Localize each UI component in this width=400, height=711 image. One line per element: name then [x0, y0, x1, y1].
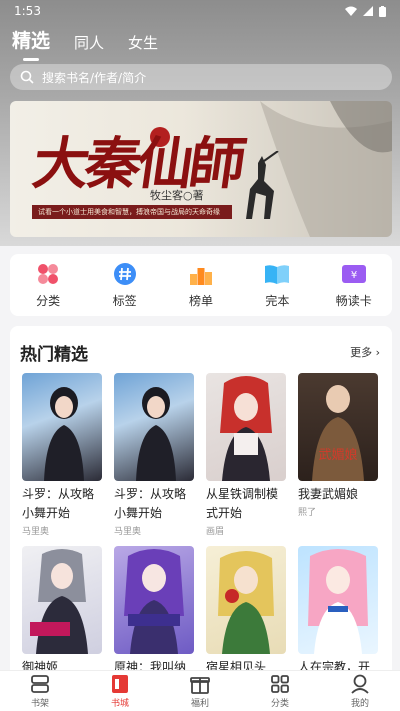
- quick-link-category[interactable]: 分类: [18, 261, 78, 309]
- quick-link-label: 标签: [112, 294, 137, 308]
- nav-profile[interactable]: 我的: [330, 673, 390, 709]
- nav-label: 福利: [190, 699, 209, 709]
- nav-label: 书架: [30, 699, 49, 709]
- nav-bookstore[interactable]: 书城: [90, 673, 150, 709]
- quick-link-tags[interactable]: 标签: [95, 261, 155, 309]
- book-cover: [206, 546, 286, 654]
- shelf-icon: [31, 675, 49, 693]
- quick-links: 分类 标签 榜单 完本 ¥ 畅读卡: [10, 254, 392, 316]
- book-title: 从星铁调制模式开始: [206, 487, 279, 520]
- book-card[interactable]: 宿星相见头: [206, 546, 286, 677]
- search-bar[interactable]: 搜索书名/作者/简介: [10, 64, 392, 90]
- signal-icon: [363, 6, 373, 16]
- search-placeholder: 搜索书名/作者/简介: [42, 70, 147, 85]
- book-card[interactable]: 御神姬: [22, 546, 102, 677]
- more-link[interactable]: 更多 ›: [350, 344, 380, 360]
- book-card[interactable]: 从星铁调制模式开始 画眉: [206, 373, 286, 537]
- quick-link-completed[interactable]: 完本: [247, 261, 307, 309]
- book-title: 我妻武媚娘: [298, 487, 359, 501]
- top-tabs: 精选 同人 女生: [12, 26, 158, 61]
- nav-label: 分类: [270, 699, 289, 709]
- book-cover: [22, 373, 102, 481]
- banner-tagline: 试看一个小道士用美食和智慧，搏浪帝国与战局的天命奇缘: [32, 205, 232, 219]
- tab-fanfic[interactable]: 同人: [74, 32, 104, 61]
- grid-icon: [35, 261, 61, 287]
- quick-link-label: 分类: [36, 294, 61, 308]
- book-cover: [114, 546, 194, 654]
- status-time: 1:53: [14, 4, 41, 18]
- section-title: 热门精选: [20, 345, 88, 365]
- book-title: 斗罗：从攻略小舞开始: [114, 487, 187, 520]
- bottom-nav: 书架 书城 福利 分类 我的: [0, 670, 400, 711]
- gift-icon: [190, 677, 210, 694]
- book-cover: [114, 373, 194, 481]
- search-icon: [20, 70, 34, 84]
- podium-icon: [188, 261, 214, 287]
- banner-title: 大秦仙師: [28, 131, 247, 197]
- quick-link-label: 榜单: [188, 294, 213, 308]
- book-cover: 武媚娘: [298, 373, 378, 481]
- book-card[interactable]: 斗罗：从攻略小舞开始 马里奥: [114, 373, 194, 537]
- quick-link-ranking[interactable]: 榜单: [171, 261, 231, 309]
- nav-category[interactable]: 分类: [250, 673, 310, 709]
- bookstore-icon: [112, 675, 128, 693]
- book-author: 马里奥: [114, 527, 142, 537]
- quick-link-readcard[interactable]: ¥ 畅读卡: [324, 261, 384, 309]
- book-author: 画眉: [206, 527, 225, 537]
- book-author: 马里奥: [22, 527, 50, 537]
- ticket-icon: ¥: [341, 261, 367, 287]
- tab-female[interactable]: 女生: [128, 32, 158, 61]
- book-cover: [298, 546, 378, 654]
- battery-icon: [379, 5, 386, 17]
- svg-text:武媚娘: 武媚娘: [318, 448, 357, 463]
- promo-banner[interactable]: 大秦仙師 牧尘客○著 试看一个小道士用美食和智慧，搏浪帝国与战局的天命奇缘: [10, 101, 392, 237]
- banner-author: 牧尘客○著: [150, 189, 204, 202]
- book-card[interactable]: 人在宗教，开: [298, 546, 378, 677]
- nav-rewards[interactable]: 福利: [170, 673, 230, 709]
- book-card[interactable]: 武媚娘 我妻武媚娘 熙了: [298, 373, 378, 518]
- book-card[interactable]: 斗罗：从攻略小舞开始 马里奥: [22, 373, 102, 537]
- book-author: 熙了: [298, 508, 317, 518]
- book-cover: [22, 546, 102, 654]
- nav-bookshelf[interactable]: 书架: [10, 673, 70, 709]
- tab-featured[interactable]: 精选: [12, 26, 50, 61]
- quick-link-label: 完本: [265, 294, 290, 308]
- book-card[interactable]: 原神：我叫纳: [114, 546, 194, 677]
- profile-icon: [351, 674, 369, 694]
- book-title: 斗罗：从攻略小舞开始: [22, 487, 95, 520]
- hash-icon: [112, 261, 138, 287]
- nav-label: 我的: [350, 699, 369, 709]
- hot-picks-panel: 热门精选 更多 › 斗罗：从攻略小舞开始 马里奥 斗罗：从攻略小舞开始 马里奥 …: [10, 326, 392, 686]
- quick-link-label: 畅读卡: [335, 294, 372, 308]
- category-icon: [271, 675, 289, 693]
- book-cover: [206, 373, 286, 481]
- rider-silhouette: [246, 151, 279, 219]
- status-bar: 1:53: [0, 0, 400, 22]
- nav-label: 书城: [110, 699, 129, 709]
- book-open-icon: [264, 261, 290, 287]
- chevron-right-icon: ›: [375, 346, 380, 359]
- svg-text:¥: ¥: [351, 270, 357, 281]
- wifi-icon: [345, 6, 357, 16]
